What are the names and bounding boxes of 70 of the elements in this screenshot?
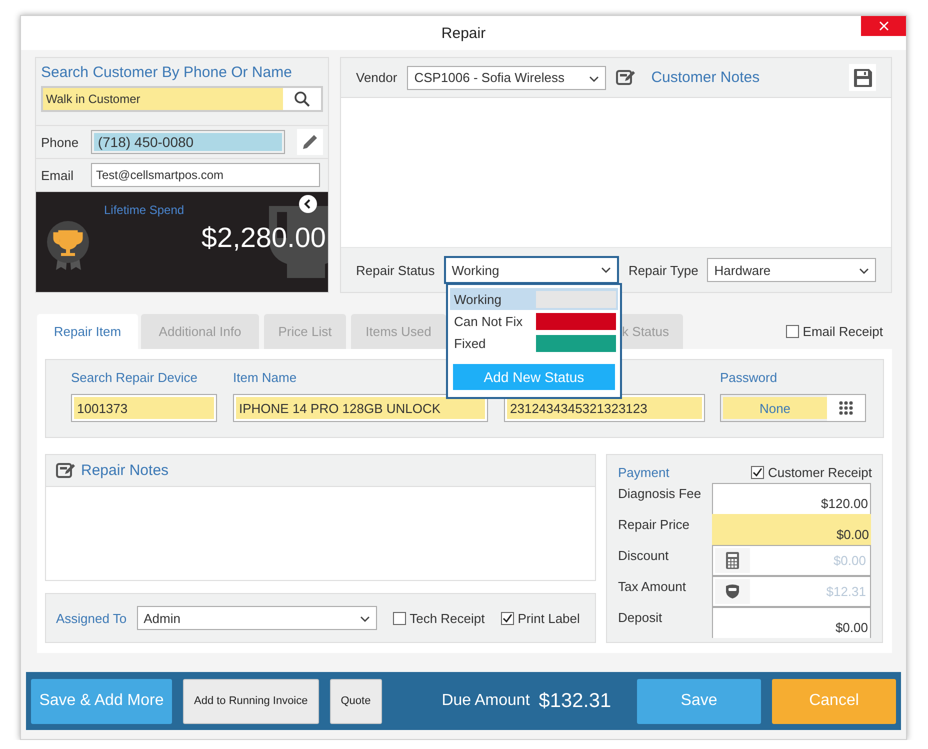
input-field[interactable]: 1001373 [71,394,217,422]
save-icon-button[interactable] [849,64,876,91]
window-title: Repair [441,24,486,42]
field-label: Diagnosis Fee [618,485,702,501]
field-label: Deposit [618,609,664,625]
amount-field[interactable]: $120.00 [712,483,871,514]
trophy-icon [46,220,90,272]
field-label: Repair Type [628,262,698,278]
caret-icon [360,616,370,622]
close-icon [878,21,888,31]
input-field[interactable]: IPHONE 14 PRO 128GB UNLOCK [233,394,488,422]
field-label: Assigned To [56,610,127,626]
collapse-button[interactable] [299,195,317,213]
checkbox[interactable] [392,612,406,624]
notes-icon [616,69,636,86]
due-label: Due Amount [442,692,530,710]
field-label: Vendor [356,70,398,85]
field-label: Tax Amount [618,578,687,594]
close-button[interactable] [861,16,906,36]
keypad-button[interactable] [827,395,865,421]
input-field[interactable]: 2312434345321323123 [504,394,705,422]
checkbox[interactable] [500,612,514,624]
field-label: Repair Price [618,516,691,532]
chevron-left-icon [299,195,317,213]
checkbox-label: Print Label [518,610,580,626]
password-field[interactable]: None [723,397,827,419]
field-label: Password [720,370,778,386]
due-amount: $132.31 [538,690,612,712]
option-label: Working [454,292,502,306]
caret-icon [859,268,869,274]
checkbox-label: Email Receipt [802,324,883,339]
phone-field[interactable]: (718) 450-0080 [94,133,282,151]
section-title: Payment [618,464,670,480]
status-option[interactable]: Fixed [450,332,618,354]
tab[interactable]: Repair Item [37,314,138,349]
shield-icon[interactable] [725,584,740,599]
caret-icon [589,76,600,82]
checkbox[interactable] [786,325,799,338]
status-option[interactable]: Working [450,288,618,310]
footer-button[interactable]: Add to Running Invoice [183,678,319,724]
edit-button[interactable] [297,129,323,155]
checkbox-label: Customer Receipt [768,464,872,480]
pencil-icon [301,133,320,151]
status-select[interactable]: Working [444,256,620,284]
field-label: Discount [618,547,670,563]
status-option[interactable]: Can Not Fix [450,310,618,332]
notes-icon [56,462,75,479]
stat-label: Lifetime Spend [104,203,184,217]
option-label: Can Not Fix [454,314,523,328]
amount-field[interactable]: $0.00 [712,607,871,638]
repair-type-select[interactable]: Hardware [707,258,876,282]
field-label: Email [41,168,75,182]
checkbox[interactable] [750,466,764,478]
assignee-select[interactable]: Admin [136,606,377,630]
checkbox-label: Tech Receipt [410,610,485,626]
field-label: Phone [41,134,80,150]
caret-icon [601,267,612,273]
field-label: Search Repair Device [71,370,198,386]
vendor-select[interactable]: CSP1006 - Sofia Wireless [407,66,606,90]
stat-value: $2,280.00 [201,222,326,254]
amount-field[interactable]: $0.00 [712,514,871,545]
section-title: Repair Notes [81,462,169,479]
section-title: Customer Notes [651,69,760,86]
calculator-icon[interactable] [726,552,739,569]
email-field[interactable]: Test@cellsmartpos.com [91,163,320,187]
footer-button[interactable]: Quote [330,678,382,724]
option-label: Fixed [454,336,486,350]
keypad-icon [839,401,853,415]
section-title: Search Customer By Phone Or Name [41,64,292,81]
field-label: Repair Status [356,262,435,278]
